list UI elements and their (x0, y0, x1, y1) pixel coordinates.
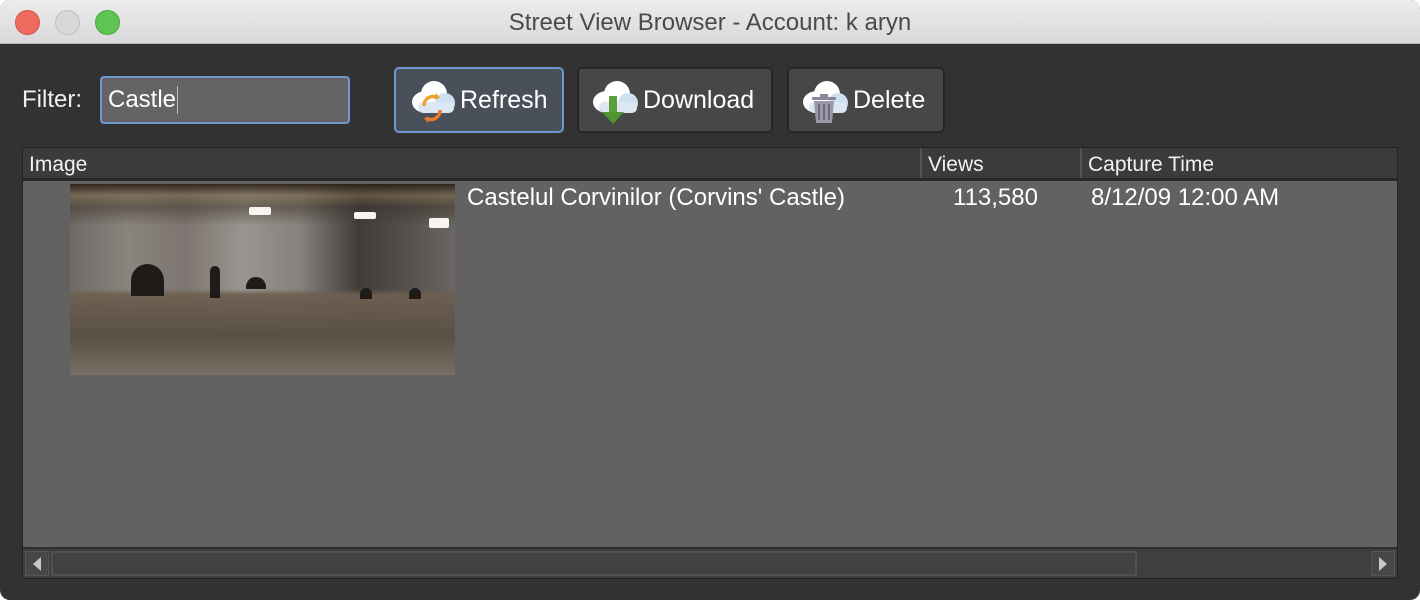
column-header-capture-time[interactable]: Capture Time (1082, 148, 1399, 178)
filter-label: Filter: (22, 86, 82, 113)
download-button[interactable]: Download (577, 67, 773, 133)
delete-button[interactable]: Delete (787, 67, 945, 133)
app-window: Street View Browser - Account: k aryn Fi… (0, 0, 1420, 600)
refresh-button-label: Refresh (460, 85, 548, 114)
scroll-left-button[interactable] (25, 551, 49, 576)
row-capture-time: 8/12/09 12:00 AM (1091, 184, 1280, 211)
cloud-delete-icon (799, 74, 851, 126)
castle-panorama-thumbnail[interactable] (70, 184, 455, 375)
arrow-left-icon (33, 556, 41, 571)
cloud-refresh-icon (406, 74, 458, 126)
table-row[interactable]: Castelul Corvinilor (Corvins' Castle) 11… (23, 181, 1397, 376)
title-bar[interactable]: Street View Browser - Account: k aryn (0, 0, 1420, 44)
column-header-views[interactable]: Views (922, 148, 1082, 178)
column-header-image[interactable]: Image (23, 148, 922, 178)
table-header: Image Views Capture Time (23, 148, 1397, 181)
row-name: Castelul Corvinilor (Corvins' Castle) (467, 184, 846, 211)
results-table: Image Views Capture Time Castelul Corvin… (22, 147, 1398, 579)
refresh-button[interactable]: Refresh (394, 67, 564, 133)
text-caret (177, 86, 179, 114)
download-button-label: Download (643, 85, 755, 114)
scrollbar-thumb[interactable] (51, 551, 1137, 576)
arrow-right-icon (1379, 556, 1387, 571)
scroll-right-button[interactable] (1371, 551, 1395, 576)
filter-input-value: Castle (108, 86, 177, 113)
row-views: 113,580 (953, 184, 1038, 211)
filter-input[interactable]: Castle (100, 76, 350, 124)
horizontal-scrollbar[interactable] (23, 547, 1397, 578)
delete-button-label: Delete (853, 85, 926, 114)
window-title: Street View Browser - Account: k aryn (508, 9, 912, 36)
cloud-download-icon (589, 74, 641, 126)
